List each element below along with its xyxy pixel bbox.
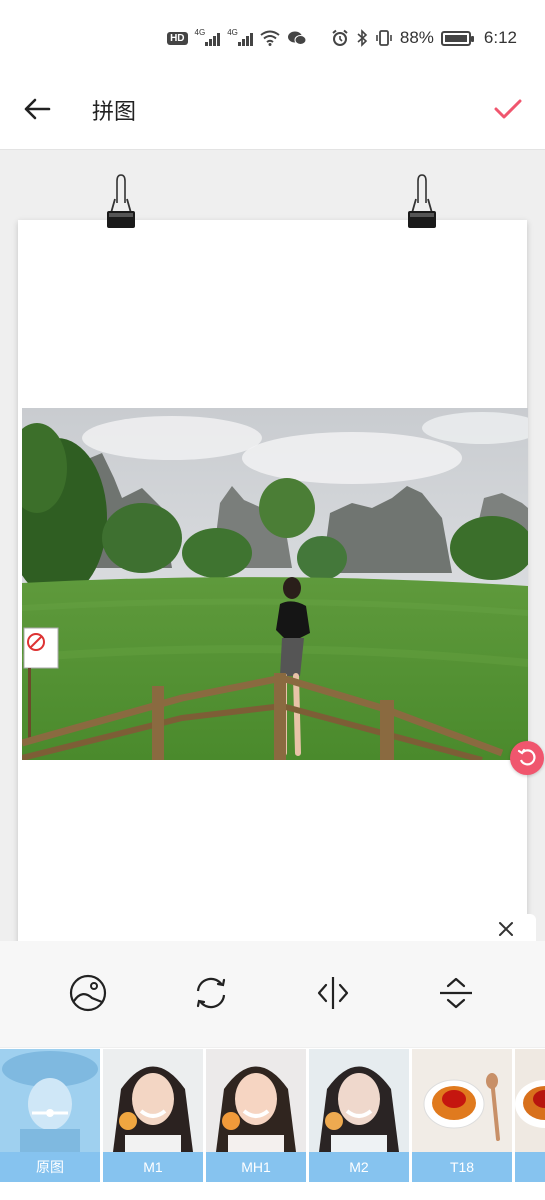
binder-clip-icon bbox=[107, 174, 135, 228]
replace-image-button[interactable] bbox=[66, 971, 110, 1015]
filter-label: M2 bbox=[309, 1152, 409, 1182]
home-bar bbox=[0, 1182, 545, 1200]
wifi-icon bbox=[260, 28, 280, 48]
back-button[interactable] bbox=[20, 92, 54, 126]
arrow-left-icon bbox=[24, 98, 51, 120]
canvas-area bbox=[0, 151, 545, 941]
filter-strip: 原图 M1 MH1 M2 T18 bbox=[0, 1048, 545, 1182]
collage-photo[interactable] bbox=[22, 408, 528, 760]
page-title: 拼图 bbox=[92, 100, 137, 125]
filter-label: MH1 bbox=[206, 1152, 306, 1182]
filter-item[interactable]: MH1 bbox=[206, 1049, 306, 1182]
wechat-icon bbox=[287, 28, 307, 48]
filter-thumbnail bbox=[515, 1049, 545, 1152]
header-bar: 拼图 bbox=[0, 80, 545, 150]
edit-toolbar bbox=[0, 941, 545, 1047]
filter-item[interactable]: T18 bbox=[412, 1049, 512, 1182]
clock: 6:12 bbox=[483, 28, 517, 47]
vibrate-icon bbox=[375, 28, 393, 48]
filter-thumbnail bbox=[0, 1049, 100, 1152]
filter-label: M1 bbox=[103, 1152, 203, 1182]
filter-thumbnail bbox=[309, 1049, 409, 1152]
status-bar: HD 4G 4G 88% 6:12 bbox=[0, 0, 545, 80]
close-panel-button[interactable] bbox=[476, 914, 536, 941]
flip-vertical-icon bbox=[440, 977, 472, 1009]
status-icons: HD 4G 4G 88% 6:12 bbox=[167, 28, 517, 48]
bluetooth-icon bbox=[356, 28, 368, 48]
filter-item[interactable]: M2 bbox=[309, 1049, 409, 1182]
image-icon bbox=[69, 974, 107, 1012]
filter-item[interactable] bbox=[515, 1049, 545, 1182]
filter-thumbnail bbox=[412, 1049, 512, 1152]
filter-label bbox=[515, 1152, 545, 1182]
signal-2-icon: 4G bbox=[227, 28, 253, 48]
filter-item[interactable]: 原图 bbox=[0, 1049, 100, 1182]
rotate-button[interactable] bbox=[189, 971, 233, 1015]
battery-icon bbox=[440, 30, 474, 46]
filter-thumbnail bbox=[103, 1049, 203, 1152]
binder-clip-icon bbox=[408, 174, 436, 228]
signal-1-icon: 4G bbox=[195, 28, 221, 48]
filter-item[interactable]: M1 bbox=[103, 1049, 203, 1182]
hd-icon: HD bbox=[167, 28, 188, 48]
close-icon bbox=[499, 922, 513, 936]
flip-horizontal-icon bbox=[317, 977, 349, 1009]
rotate-icon bbox=[517, 748, 536, 766]
filter-label: T18 bbox=[412, 1152, 512, 1182]
confirm-button[interactable] bbox=[491, 92, 525, 126]
battery-percent: 88% bbox=[399, 28, 434, 47]
rotate-icon bbox=[196, 977, 226, 1009]
alarm-icon bbox=[331, 28, 349, 48]
stone-forest-photo bbox=[22, 408, 528, 760]
filter-thumbnail bbox=[206, 1049, 306, 1152]
flip-vertical-button[interactable] bbox=[434, 971, 478, 1015]
rotate-reset-button[interactable] bbox=[510, 741, 544, 775]
check-icon bbox=[494, 99, 522, 119]
flip-horizontal-button[interactable] bbox=[311, 971, 355, 1015]
filter-label: 原图 bbox=[0, 1152, 100, 1182]
